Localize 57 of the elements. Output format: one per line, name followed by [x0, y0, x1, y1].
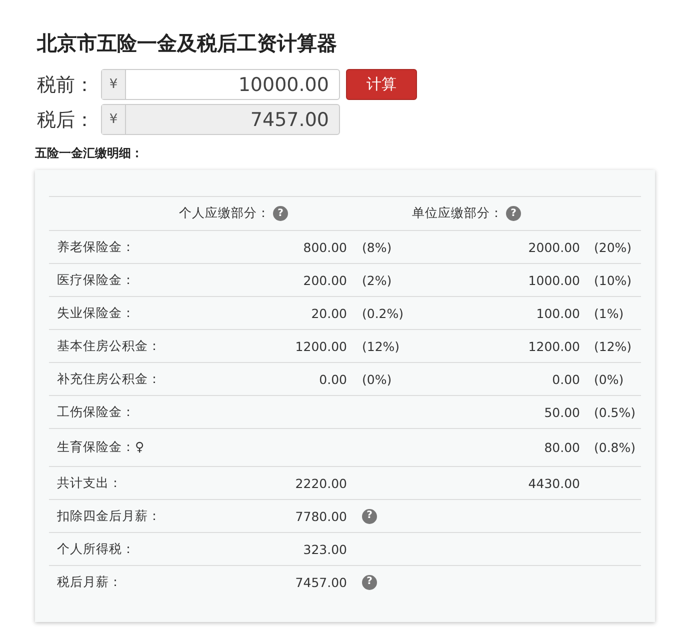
table-cell: (0.5%) — [594, 404, 636, 420]
row-label: 扣除四金后月薪： — [57, 508, 161, 524]
table-cell: 1200.00 — [528, 338, 580, 354]
table-cell: (20%) — [594, 240, 632, 254]
result-input[interactable]: 7457.00 — [126, 105, 339, 134]
table-cell: (0%) — [594, 372, 624, 386]
row-label: 补充住房公积金： — [57, 370, 161, 388]
table-cell: (12%) — [362, 338, 400, 354]
table-cell: (0%) — [362, 372, 392, 386]
table-cell: (0.8%) — [594, 440, 636, 455]
table-cell: 7457.00 — [295, 574, 347, 590]
help-icon[interactable]: ? — [506, 206, 521, 221]
row-label: 生育保险金：♀ — [57, 439, 144, 456]
row-label: 医疗保险金： — [57, 272, 135, 288]
row-label: 税后月薪： — [57, 574, 122, 590]
table-cell: 800.00 — [303, 240, 347, 254]
page-title: 北京市五险一金及税后工资计算器 — [37, 30, 338, 57]
table-cell: (10%) — [594, 272, 632, 288]
table-cell: 0.00 — [552, 372, 580, 386]
table-cell: (12%) — [594, 338, 632, 354]
table-cell: 100.00 — [536, 306, 580, 320]
table-cell: 1000.00 — [528, 272, 580, 288]
help-icon[interactable]: ? — [362, 574, 377, 590]
row-label: 失业保险金： — [57, 304, 135, 322]
table-cell: (8%) — [362, 240, 392, 254]
amount-input[interactable]: 10000.00 — [126, 70, 339, 99]
row-label: 工伤保险金： — [57, 404, 135, 420]
table-cell: 20.00 — [311, 306, 347, 320]
help-icon[interactable]: ? — [362, 508, 377, 524]
field-label: 税后： — [37, 108, 95, 132]
section-title: 五险一金汇缴明细： — [35, 145, 144, 162]
table-cell: (0.2%) — [362, 306, 404, 320]
column-header: 个人应缴部分： — [179, 205, 270, 222]
help-icon[interactable]: ? — [273, 206, 288, 221]
currency-symbol: ¥ — [102, 70, 126, 99]
table-cell: 4430.00 — [528, 476, 580, 490]
calculate-button[interactable]: 计算 — [346, 69, 417, 100]
table-cell: 2220.00 — [295, 476, 347, 490]
field-label: 税前： — [37, 72, 95, 98]
row-label: 个人所得税： — [57, 540, 135, 558]
column-header: 单位应缴部分： — [412, 205, 503, 222]
result-field[interactable]: ¥ 7457.00 — [101, 104, 340, 135]
table-cell: 0.00 — [319, 372, 347, 386]
table-cell: 50.00 — [544, 404, 580, 420]
row-label: 共计支出： — [57, 474, 122, 492]
table-cell: 200.00 — [303, 272, 347, 288]
table-cell: (2%) — [362, 272, 392, 288]
row-label: 养老保险金： — [57, 238, 135, 256]
currency-symbol: ¥ — [102, 105, 126, 134]
table-cell: 1200.00 — [295, 338, 347, 354]
table-cell: (1%) — [594, 306, 624, 320]
row-label: 基本住房公积金： — [57, 338, 161, 354]
table-cell: 80.00 — [544, 440, 580, 455]
table-cell: 7780.00 — [295, 508, 347, 524]
table-cell: 2000.00 — [528, 240, 580, 254]
amount-field[interactable]: ¥ 10000.00 — [101, 69, 340, 100]
table-cell: 323.00 — [303, 542, 347, 556]
